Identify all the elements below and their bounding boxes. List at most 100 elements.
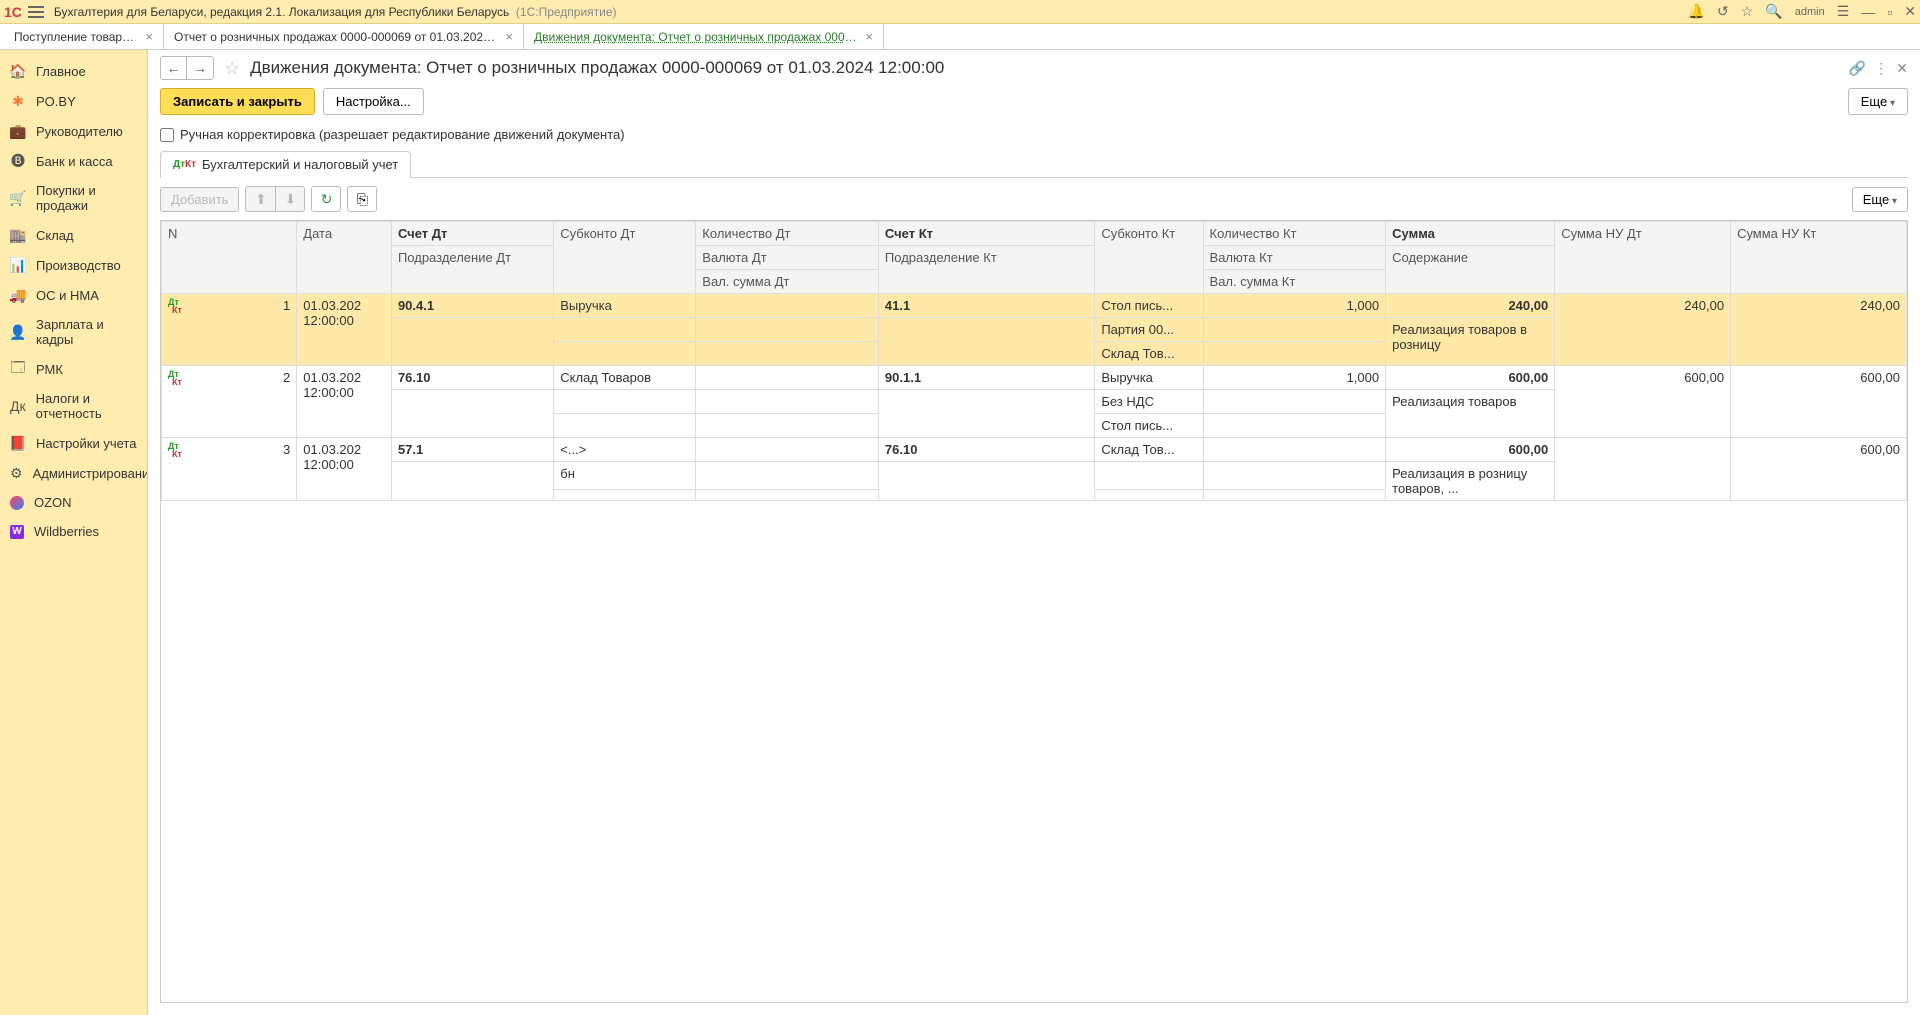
tab-close-icon[interactable]: ×: [865, 29, 873, 44]
col-sum[interactable]: Сумма: [1386, 222, 1555, 246]
rmk-icon: 🗔: [10, 361, 26, 377]
tab-2[interactable]: Движения документа: Отчет о розничных пр…: [524, 24, 884, 49]
sidebar-item-label: Покупки и продажи: [36, 183, 137, 213]
manual-correction-checkbox[interactable]: [160, 128, 174, 142]
titlebar: 1C Бухгалтерия для Беларуси, редакция 2.…: [0, 0, 1920, 24]
sidebar-item-rmk[interactable]: 🗔 РМК: [0, 354, 147, 384]
table-row[interactable]: ДтКт301.03.20212:00:0057.1<...>76.10Скла…: [162, 438, 1907, 462]
sidebar-item-label: Настройки учета: [36, 436, 136, 451]
toolbar: Записать и закрыть Настройка... Еще: [148, 84, 1920, 123]
table-row[interactable]: ДтКт201.03.20212:00:0076.10Склад Товаров…: [162, 366, 1907, 390]
content: ← → ☆ Движения документа: Отчет о рознич…: [148, 50, 1920, 1015]
nav-buttons: ← →: [160, 56, 214, 80]
col-dept-kt[interactable]: Подразделение Кт: [878, 246, 1094, 294]
book-icon: 📕: [10, 435, 26, 451]
sidebar-item-label: ОС и НМА: [36, 288, 99, 303]
col-qty-kt[interactable]: Количество Кт: [1203, 222, 1386, 246]
close-window-icon[interactable]: ✕: [1904, 3, 1916, 20]
history-icon[interactable]: ↺: [1717, 3, 1729, 20]
tab-0[interactable]: Поступление товаров и услуг×: [4, 24, 164, 49]
cart-icon: 🛒: [10, 190, 26, 206]
tab-1[interactable]: Отчет о розничных продажах 0000-000069 о…: [164, 24, 524, 49]
sidebar-item-tax[interactable]: ДкНалоги и отчетность: [0, 384, 147, 428]
col-cur-kt[interactable]: Валюта Кт: [1203, 246, 1386, 270]
export-button[interactable]: ⎘: [347, 186, 377, 212]
bell-icon[interactable]: 🔔: [1688, 3, 1705, 20]
sidebar-item-poby[interactable]: ✱ PO.BY: [0, 86, 147, 116]
col-sum-nu-kt[interactable]: Сумма НУ Кт: [1731, 222, 1907, 294]
save-close-button[interactable]: Записать и закрыть: [160, 88, 315, 115]
nav-back-button[interactable]: ←: [161, 57, 187, 79]
sidebar-item-person[interactable]: 👤Зарплата и кадры: [0, 310, 147, 354]
inner-tab-accounting[interactable]: ДтКт Бухгалтерский и налоговый учет: [160, 151, 411, 178]
menu-icon[interactable]: [28, 6, 44, 18]
col-qty-dt[interactable]: Количество Дт: [696, 222, 879, 246]
sidebar-item-book[interactable]: 📕 Настройки учета: [0, 428, 147, 458]
sidebar-item-cart[interactable]: 🛒 Покупки и продажи: [0, 176, 147, 220]
tabbar: Поступление товаров и услуг×Отчет о розн…: [0, 24, 1920, 50]
col-content[interactable]: Содержание: [1386, 246, 1555, 294]
close-page-icon[interactable]: ✕: [1896, 60, 1908, 77]
sidebar-item-label: PO.BY: [36, 94, 76, 109]
sidebar-item-truck[interactable]: 🚚 ОС и НМА: [0, 280, 147, 310]
col-sub-kt[interactable]: Субконто Кт: [1095, 222, 1203, 294]
sidebar-item-label: РМК: [36, 362, 63, 377]
sidebar-item-warehouse[interactable]: 🏬Склад: [0, 220, 147, 250]
refresh-button[interactable]: ↻: [311, 186, 341, 212]
more-button[interactable]: Еще: [1848, 88, 1908, 115]
dtkt-icon: ДтКт: [173, 161, 196, 169]
sidebar-item-gear[interactable]: ⚙Администрирование: [0, 458, 147, 488]
favorite-star-icon[interactable]: ☆: [224, 58, 240, 79]
col-cur-dt[interactable]: Валюта Дт: [696, 246, 879, 270]
settings-button[interactable]: Настройка...: [323, 88, 424, 115]
truck-icon: 🚚: [10, 287, 26, 303]
factory-icon: 📊: [10, 257, 26, 273]
move-up-button: ⬆: [245, 186, 275, 212]
table-row[interactable]: ДтКт101.03.20212:00:0090.4.1Выручка41.1С…: [162, 294, 1907, 318]
sidebar-item-ozon[interactable]: OZON: [0, 488, 147, 517]
more-menu-icon[interactable]: ⋮: [1874, 60, 1888, 77]
col-dept-dt[interactable]: Подразделение Дт: [391, 246, 553, 294]
settings-icon[interactable]: ☰: [1837, 3, 1850, 20]
sidebar-item-wb[interactable]: WWildberries: [0, 517, 147, 546]
search-icon[interactable]: 🔍: [1765, 3, 1782, 20]
sidebar-item-briefcase[interactable]: 💼Руководителю: [0, 116, 147, 146]
col-valsum-kt[interactable]: Вал. сумма Кт: [1203, 270, 1386, 294]
maximize-icon[interactable]: ▫: [1887, 4, 1892, 20]
sidebar-item-home[interactable]: 🏠Главное: [0, 56, 147, 86]
sidebar-item-label: Банк и касса: [36, 154, 113, 169]
poby-icon: ✱: [10, 93, 26, 109]
sidebar-item-label: Производство: [36, 258, 121, 273]
sidebar-item-label: Wildberries: [34, 524, 99, 539]
col-sum-nu-dt[interactable]: Сумма НУ Дт: [1555, 222, 1731, 294]
tab-close-icon[interactable]: ×: [145, 29, 153, 44]
tab-close-icon[interactable]: ×: [505, 29, 513, 44]
link-icon[interactable]: 🔗: [1849, 60, 1866, 77]
page-header: ← → ☆ Движения документа: Отчет о рознич…: [148, 50, 1920, 84]
col-n[interactable]: N: [162, 222, 297, 294]
user-label[interactable]: admin: [1795, 6, 1825, 18]
sidebar-item-label: OZON: [34, 495, 72, 510]
col-valsum-dt[interactable]: Вал. сумма Дт: [696, 270, 879, 294]
add-button: Добавить: [160, 187, 239, 212]
table-body: ДтКт101.03.20212:00:0090.4.1Выручка41.1С…: [162, 294, 1907, 501]
col-sub-dt[interactable]: Субконто Дт: [554, 222, 696, 294]
sidebar-item-bank[interactable]: 🅑 Банк и касса: [0, 146, 147, 176]
col-date[interactable]: Дата: [297, 222, 392, 294]
ozon-icon: [10, 496, 24, 510]
col-acc-kt[interactable]: Счет Кт: [878, 222, 1094, 246]
nav-forward-button[interactable]: →: [187, 57, 213, 79]
window-title: Бухгалтерия для Беларуси, редакция 2.1. …: [54, 5, 617, 19]
sidebar: 🏠Главное ✱ PO.BY 💼Руководителю 🅑 Банк и касса…: [0, 50, 148, 1015]
gear-icon: ⚙: [10, 465, 23, 481]
star-icon[interactable]: ☆: [1741, 3, 1754, 20]
sidebar-item-factory[interactable]: 📊 Производство: [0, 250, 147, 280]
table-more-button[interactable]: Еще: [1852, 187, 1908, 212]
person-icon: 👤: [10, 324, 26, 340]
bank-icon: 🅑: [10, 153, 26, 169]
sidebar-item-label: Главное: [36, 64, 86, 79]
minimize-icon[interactable]: —: [1861, 4, 1875, 20]
table-toolbar: Добавить ⬆ ⬇ ↻ ⎘ Еще: [148, 178, 1920, 220]
col-acc-dt[interactable]: Счет Дт: [391, 222, 553, 246]
manual-correction-row: Ручная корректировка (разрешает редактир…: [148, 123, 1920, 150]
